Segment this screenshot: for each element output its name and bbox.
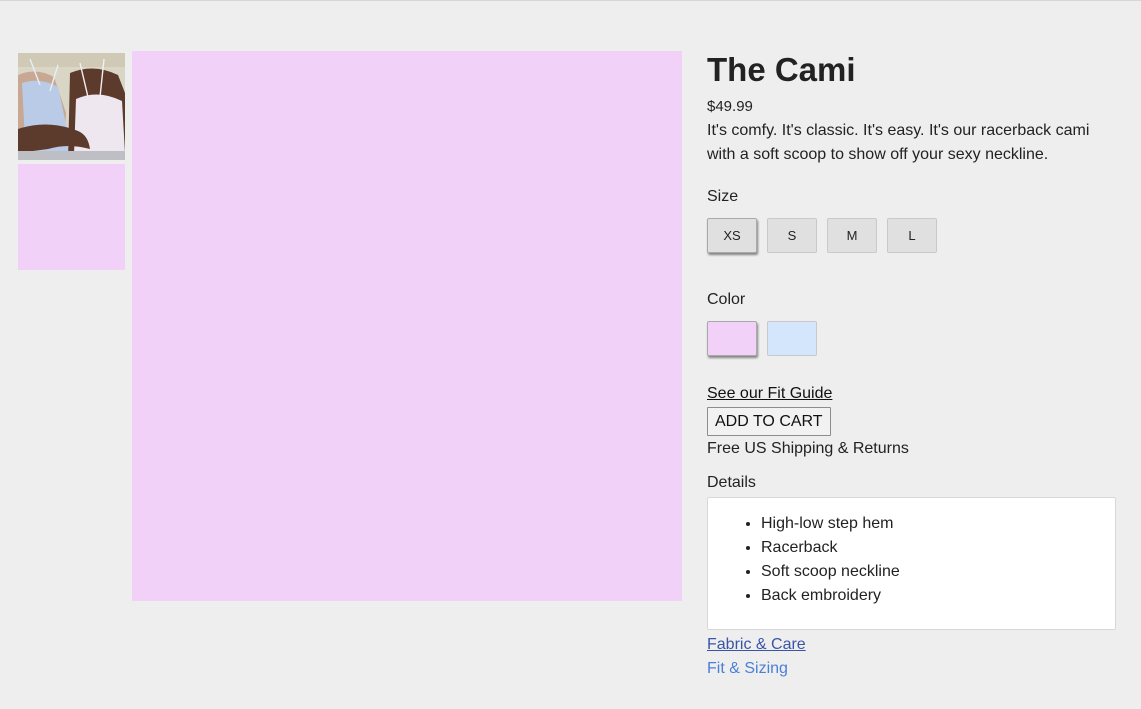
product-price: $49.99 <box>707 98 753 115</box>
color-options <box>707 321 1117 356</box>
color-label: Color <box>707 291 746 308</box>
details-item: Back embroidery <box>761 584 1115 608</box>
color-swatch-light-blue[interactable] <box>767 321 817 356</box>
details-item: High-low step hem <box>761 512 1115 536</box>
details-item: Racerback <box>761 536 1115 560</box>
size-option-xs[interactable]: XS <box>707 218 757 253</box>
thumbnail-swatch[interactable] <box>18 164 125 270</box>
thumbnail-list <box>18 53 125 270</box>
main-product-image <box>132 51 682 601</box>
product-info: The Cami $49.99 It's comfy. It's classic… <box>707 52 1117 681</box>
color-swatch-pink[interactable] <box>707 321 757 356</box>
size-option-m[interactable]: M <box>827 218 877 253</box>
details-list: High-low step hem Racerback Soft scoop n… <box>708 498 1115 608</box>
size-option-s[interactable]: S <box>767 218 817 253</box>
product-description: It's comfy. It's classic. It's easy. It'… <box>707 122 1090 163</box>
details-box: High-low step hem Racerback Soft scoop n… <box>707 497 1116 630</box>
fit-sizing-link[interactable]: Fit & Sizing <box>707 657 1117 681</box>
fit-guide-link[interactable]: See our Fit Guide <box>707 384 832 404</box>
add-to-cart-button[interactable]: ADD TO CART <box>707 407 831 436</box>
frame-top-border <box>0 0 1141 1</box>
product-title: The Cami <box>707 51 856 88</box>
thumbnail-photo[interactable] <box>18 53 125 160</box>
size-label: Size <box>707 188 739 205</box>
size-options: XS S M L <box>707 218 1117 253</box>
fabric-care-link[interactable]: Fabric & Care <box>707 633 806 657</box>
details-item: Soft scoop neckline <box>761 560 1115 584</box>
size-option-l[interactable]: L <box>887 218 937 253</box>
back-view-photo <box>18 53 125 160</box>
details-label: Details <box>707 474 756 491</box>
shipping-note: Free US Shipping & Returns <box>707 440 909 457</box>
